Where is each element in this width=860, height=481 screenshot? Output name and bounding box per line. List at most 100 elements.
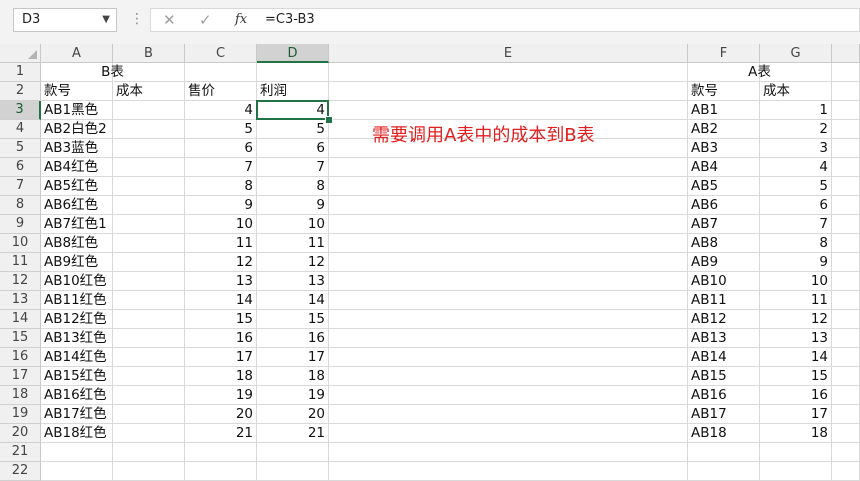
row-header-1[interactable]: 1: [0, 63, 41, 82]
cell[interactable]: [329, 291, 688, 310]
b-table-cell[interactable]: AB13红色: [41, 329, 113, 348]
row-header-15[interactable]: 15: [0, 329, 41, 348]
row-header-19[interactable]: 19: [0, 405, 41, 424]
a-table-cell[interactable]: 7: [760, 215, 832, 234]
a-table-cell[interactable]: 8: [760, 234, 832, 253]
a-table-cell[interactable]: AB10: [688, 272, 760, 291]
a-table-cell[interactable]: 4: [760, 158, 832, 177]
column-header-f[interactable]: F: [688, 44, 760, 63]
row-header-8[interactable]: 8: [0, 196, 41, 215]
cell[interactable]: [329, 329, 688, 348]
a-table-cell[interactable]: 10: [760, 272, 832, 291]
a-table-cell[interactable]: 3: [760, 139, 832, 158]
b-table-cell[interactable]: 12: [257, 253, 329, 272]
row-header-21[interactable]: 21: [0, 443, 41, 462]
b-table-cell[interactable]: 10: [185, 215, 257, 234]
a-table-cell[interactable]: 9: [760, 253, 832, 272]
cell[interactable]: [760, 443, 832, 462]
insert-function-icon[interactable]: fx: [235, 11, 247, 29]
a-table-cell[interactable]: AB3: [688, 139, 760, 158]
cell[interactable]: [257, 63, 329, 82]
b-table-cell[interactable]: [113, 367, 185, 386]
cell[interactable]: [832, 348, 860, 367]
b-table-cell[interactable]: [113, 272, 185, 291]
b-table-cell[interactable]: 16: [185, 329, 257, 348]
more-options-icon[interactable]: ⋮: [130, 10, 144, 28]
row-header-7[interactable]: 7: [0, 177, 41, 196]
a-table-cell[interactable]: AB12: [688, 310, 760, 329]
row-header-17[interactable]: 17: [0, 367, 41, 386]
row-header-5[interactable]: 5: [0, 139, 41, 158]
column-header-d[interactable]: D: [257, 44, 329, 63]
b-table-cell[interactable]: 17: [257, 348, 329, 367]
cell[interactable]: [832, 177, 860, 196]
cell[interactable]: [329, 348, 688, 367]
a-table-cell[interactable]: 13: [760, 329, 832, 348]
b-table-cell[interactable]: 7: [185, 158, 257, 177]
b-table-cell[interactable]: 19: [257, 386, 329, 405]
b-table-cell[interactable]: [113, 158, 185, 177]
cell[interactable]: [832, 158, 860, 177]
b-table-cell[interactable]: AB3蓝色: [41, 139, 113, 158]
b-table-cell[interactable]: [113, 253, 185, 272]
b-table-cell[interactable]: AB14红色: [41, 348, 113, 367]
cell[interactable]: [185, 443, 257, 462]
a-table-cell[interactable]: AB14: [688, 348, 760, 367]
a-table-cell[interactable]: 17: [760, 405, 832, 424]
b-table-cell[interactable]: 14: [185, 291, 257, 310]
cell[interactable]: [41, 443, 113, 462]
a-table-cell[interactable]: 1: [760, 101, 832, 120]
a-table-cell[interactable]: AB18: [688, 424, 760, 443]
cell[interactable]: [832, 272, 860, 291]
b-table-cell[interactable]: 11: [185, 234, 257, 253]
row-header-3[interactable]: 3: [0, 101, 41, 120]
cell[interactable]: [832, 405, 860, 424]
b-table-cell[interactable]: 21: [257, 424, 329, 443]
row-header-14[interactable]: 14: [0, 310, 41, 329]
column-header-b[interactable]: B: [113, 44, 185, 63]
select-all-button[interactable]: [0, 44, 41, 63]
cancel-icon[interactable]: ✕: [163, 11, 176, 29]
cell[interactable]: [832, 424, 860, 443]
b-table-cell[interactable]: 20: [185, 405, 257, 424]
column-header-c[interactable]: C: [185, 44, 257, 63]
b-table-cell[interactable]: 7: [257, 158, 329, 177]
a-table-cell[interactable]: 2: [760, 120, 832, 139]
a-table-cell[interactable]: 14: [760, 348, 832, 367]
cell[interactable]: [329, 405, 688, 424]
cell[interactable]: [329, 386, 688, 405]
b-table-cell[interactable]: AB4红色: [41, 158, 113, 177]
a-table-cell[interactable]: AB7: [688, 215, 760, 234]
column-header-a[interactable]: A: [41, 44, 113, 63]
b-table-cell[interactable]: 18: [185, 367, 257, 386]
row-header-20[interactable]: 20: [0, 424, 41, 443]
row-header-4[interactable]: 4: [0, 120, 41, 139]
a-table-cell[interactable]: 15: [760, 367, 832, 386]
b-table-cell[interactable]: 15: [257, 310, 329, 329]
b-table-cell[interactable]: AB16红色: [41, 386, 113, 405]
a-table-cell[interactable]: AB15: [688, 367, 760, 386]
fill-handle[interactable]: [325, 116, 333, 124]
b-table-cell[interactable]: 17: [185, 348, 257, 367]
cell[interactable]: [329, 82, 688, 101]
b-table-cell[interactable]: [113, 329, 185, 348]
a-table-cell[interactable]: 18: [760, 424, 832, 443]
cell[interactable]: [832, 234, 860, 253]
b-table-cell[interactable]: 8: [185, 177, 257, 196]
b-table-cell[interactable]: [113, 386, 185, 405]
cell[interactable]: [832, 367, 860, 386]
b-table-cell[interactable]: AB6红色: [41, 196, 113, 215]
b-table-cell[interactable]: 21: [185, 424, 257, 443]
b-table-cell[interactable]: [113, 424, 185, 443]
cell[interactable]: [329, 63, 688, 82]
a-table-cell[interactable]: AB8: [688, 234, 760, 253]
b-table-cell[interactable]: 6: [185, 139, 257, 158]
cell[interactable]: [329, 310, 688, 329]
a-table-cell[interactable]: AB11: [688, 291, 760, 310]
cell[interactable]: [832, 443, 860, 462]
formula-input[interactable]: =C3-B3: [259, 8, 860, 32]
column-header-e[interactable]: E: [329, 44, 688, 63]
a-table-cell[interactable]: AB4: [688, 158, 760, 177]
b-header-cell[interactable]: 款号: [41, 82, 113, 101]
a-table-cell[interactable]: AB9: [688, 253, 760, 272]
